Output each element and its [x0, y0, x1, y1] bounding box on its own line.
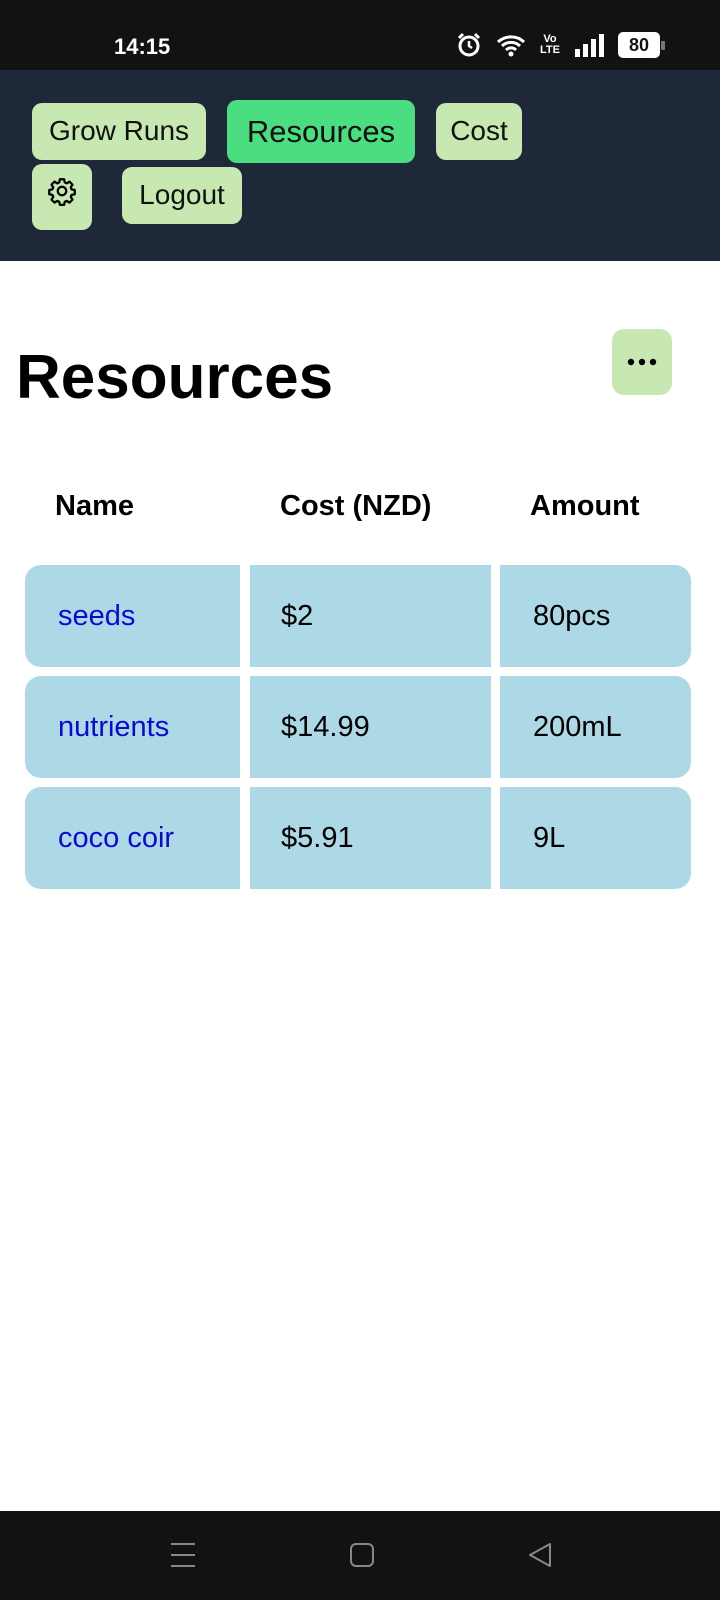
system-nav-bar: [0, 1511, 720, 1600]
column-header-amount: Amount: [530, 490, 640, 522]
battery-icon: 80: [618, 32, 665, 58]
app-nav: Grow Runs Resources Cost Logout: [0, 70, 720, 261]
resource-link[interactable]: nutrients: [58, 711, 169, 743]
resource-link[interactable]: seeds: [58, 600, 135, 632]
wifi-icon: [496, 33, 526, 57]
volte-icon: Vo LTE: [540, 33, 560, 56]
gear-icon: [47, 169, 77, 225]
status-bar: 14:15 Vo LTE 80: [0, 0, 720, 70]
alarm-icon: [456, 32, 482, 58]
table-row: seeds $2 80pcs: [25, 565, 691, 667]
logout-button[interactable]: Logout: [122, 167, 242, 224]
status-icons: Vo LTE 80: [456, 32, 665, 58]
resource-link[interactable]: coco coir: [58, 822, 174, 854]
cost-cell: $14.99: [250, 676, 491, 778]
column-header-cost: Cost (NZD): [280, 490, 432, 522]
name-cell: seeds: [25, 565, 240, 667]
nav-cost-button[interactable]: Cost: [436, 103, 522, 160]
amount-cell: 9L: [500, 787, 691, 889]
signal-icon: [574, 33, 604, 57]
amount-cell: 80pcs: [500, 565, 691, 667]
cost-cell: $2: [250, 565, 491, 667]
page-title: Resources: [16, 343, 334, 412]
nav-resources-button[interactable]: Resources: [227, 100, 415, 163]
nav-grow-runs-button[interactable]: Grow Runs: [32, 103, 206, 160]
table-row: coco coir $5.91 9L: [25, 787, 691, 889]
table-row: nutrients $14.99 200mL: [25, 676, 691, 778]
more-options-button[interactable]: [612, 329, 672, 395]
menu-icon[interactable]: [170, 1541, 196, 1574]
back-icon[interactable]: [527, 1541, 553, 1574]
name-cell: coco coir: [25, 787, 240, 889]
settings-button[interactable]: [32, 164, 92, 230]
status-time: 14:15: [114, 34, 171, 59]
home-icon[interactable]: [349, 1541, 375, 1574]
name-cell: nutrients: [25, 676, 240, 778]
amount-cell: 200mL: [500, 676, 691, 778]
column-header-name: Name: [55, 490, 134, 522]
cost-cell: $5.91: [250, 787, 491, 889]
ellipsis-icon: [627, 353, 657, 371]
